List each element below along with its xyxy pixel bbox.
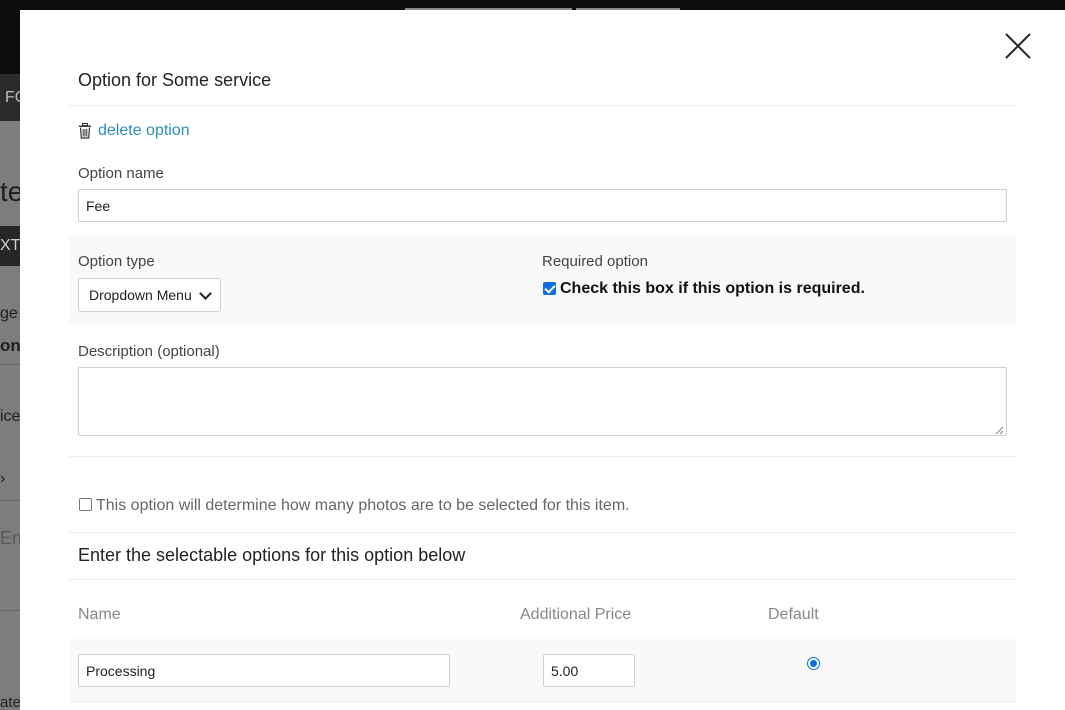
selectable-option-price-input[interactable]	[543, 654, 635, 687]
option-name-input[interactable]	[78, 189, 1007, 222]
photos-count-checkbox[interactable]	[79, 498, 92, 511]
selectable-options-title: Enter the selectable options for this op…	[78, 545, 466, 565]
background-text: ate	[0, 694, 20, 710]
description-textarea[interactable]	[78, 367, 1007, 436]
default-option-radio[interactable]	[807, 657, 820, 670]
divider	[69, 105, 1016, 106]
divider	[69, 456, 1016, 457]
column-header-default: Default	[768, 606, 819, 623]
background-text: on	[0, 336, 20, 355]
background-text: ge	[0, 305, 18, 322]
background-text: ›	[0, 470, 6, 487]
background-heading: te	[0, 176, 20, 207]
selectable-option-name-input[interactable]	[78, 654, 450, 687]
background-text: En	[0, 528, 20, 548]
background-divider	[0, 500, 20, 501]
modal-title: Option for Some service	[78, 70, 272, 90]
divider	[69, 579, 1016, 580]
delete-option-button[interactable]: delete option	[78, 122, 190, 140]
photos-count-label: This option will determine how many phot…	[96, 497, 630, 514]
required-option-label: Required option	[542, 253, 648, 270]
close-icon[interactable]	[1004, 32, 1032, 60]
divider	[69, 532, 1016, 533]
option-type-select[interactable]: Dropdown Menu	[78, 278, 221, 312]
background-dark-button: XT	[0, 226, 20, 266]
column-header-name: Name	[78, 606, 121, 623]
column-header-additional-price: Additional Price	[520, 606, 632, 623]
option-name-label: Option name	[78, 165, 164, 182]
delete-option-link[interactable]: delete option	[98, 122, 190, 140]
option-modal: Option for Some service delete option Op…	[20, 10, 1065, 710]
resize-grip-icon[interactable]	[994, 425, 1004, 435]
option-type-label: Option type	[78, 253, 155, 270]
description-label: Description (optional)	[78, 343, 220, 360]
required-option-checkbox[interactable]	[543, 282, 556, 295]
required-option-checkbox-label: Check this box if this option is require…	[560, 280, 865, 297]
chevron-down-icon	[199, 286, 212, 300]
option-type-selected: Dropdown Menu	[89, 287, 192, 303]
trash-icon	[78, 123, 92, 139]
background-text: ice	[0, 408, 20, 425]
background-divider	[0, 364, 20, 365]
divider	[69, 701, 1016, 702]
background-divider	[0, 610, 20, 611]
